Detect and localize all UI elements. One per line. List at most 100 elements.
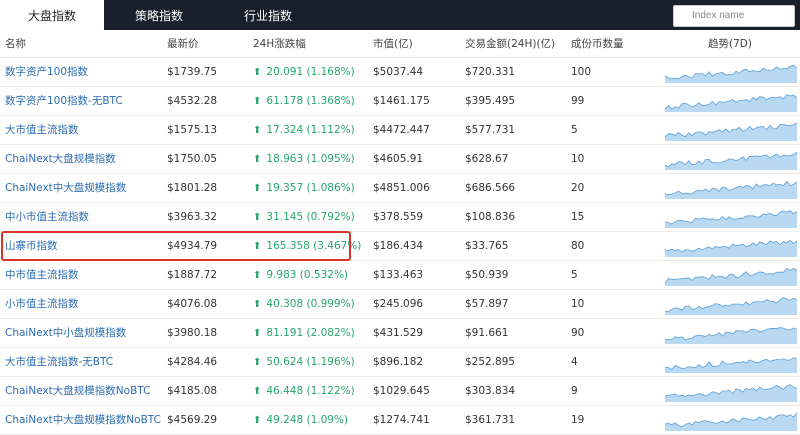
header-name[interactable]: 名称 [0,30,162,58]
table-row[interactable]: ChaiNext大盘规模指数 $1750.05 ⬆ 18.963 (1.095%) $4… [0,144,800,174]
row-trend-cell [660,376,800,406]
row-name[interactable]: ChaiNext中大盘规模指数NoBTC [5,414,161,426]
row-change-cell: ⬆ 61.178 (1.368%) [248,86,368,116]
row-volume-cell: $628.67 [460,144,566,174]
trend-sparkline [665,151,797,170]
row-constituents-cell: 5 [566,260,660,290]
trend-area [665,357,797,373]
row-change-cell: ⬆ 31.145 (0.792%) [248,202,368,232]
row-volume-cell: $57.897 [460,289,566,319]
row-change: 61.178 (1.368%) [266,94,355,107]
row-price: $4569.29 [167,413,218,426]
row-price-cell: $4185.08 [162,376,248,406]
row-market-cap-cell: $133.463 [368,260,460,290]
row-price-cell: $4569.29 [162,405,248,435]
row-market-cap: $186.434 [373,239,424,252]
row-name[interactable]: 小市值主流指数 [5,298,79,310]
row-constituents: 4 [571,355,578,368]
table-row[interactable]: 大市值主流指数 $1575.13 ⬆ 17.324 (1.112%) $4472.447… [0,115,800,145]
up-arrow-icon: ⬆ [253,327,262,339]
row-market-cap: $4605.91 [373,152,424,165]
row-name[interactable]: ChaiNext中小盘规模指数 [5,327,126,339]
row-price-cell: $4076.08 [162,289,248,319]
up-arrow-icon: ⬆ [253,182,262,194]
row-constituents: 5 [571,123,578,136]
row-name[interactable]: 中市值主流指数 [5,269,79,281]
table-row[interactable]: ChaiNext中小盘规模指数 $3980.18 ⬆ 81.191 (2.082%) $… [0,318,800,348]
trend-area [665,326,797,344]
table-row[interactable]: ChaiNext中大盘规模指数NoBTC $4569.29 ⬆ 49.248 (1.0… [0,405,800,435]
search-box [673,3,795,27]
row-constituents-cell: 10 [566,144,660,174]
row-volume-cell: $395.495 [460,86,566,116]
row-change: 49.248 (1.09%) [266,413,349,426]
header-constituents[interactable]: 成份币数量 [566,30,660,58]
row-change-cell: ⬆ 20.091 (1.168%) [248,57,368,87]
row-market-cap: $896.182 [373,355,424,368]
row-price: $1750.05 [167,152,218,165]
row-name[interactable]: ChaiNext大盘规模指数NoBTC [5,385,150,397]
table-row[interactable]: 山寨币指数 $4934.79 ⬆ 165.358 (3.467%) $186.434 $3… [0,231,800,261]
row-change: 9.983 (0.532%) [266,268,349,281]
up-arrow-icon: ⬆ [253,211,262,223]
top-nav-bar: 大盘指数 策略指数 行业指数 [0,0,800,30]
row-market-cap: $378.559 [373,210,424,223]
row-trend-cell [660,144,800,174]
header-market-cap[interactable]: 市值(亿) [368,30,460,58]
row-constituents: 20 [571,181,585,194]
table-row[interactable]: 中市值主流指数 $1887.72 ⬆ 9.983 (0.532%) $133.463 $5… [0,260,800,290]
row-constituents: 9 [571,384,578,397]
row-change-cell: ⬆ 81.191 (2.082%) [248,318,368,348]
row-change: 40.308 (0.999%) [266,297,355,310]
row-change-cell: ⬆ 17.324 (1.112%) [248,115,368,145]
row-name[interactable]: 山寨币指数 [5,240,58,252]
row-constituents: 15 [571,210,585,223]
row-name[interactable]: ChaiNext大盘规模指数 [5,153,116,165]
row-name[interactable]: 数字资产100指数 [5,66,88,78]
tab-strategy-index[interactable]: 策略指数 [104,0,214,30]
row-name[interactable]: 大市值主流指数 [5,124,79,136]
header-price[interactable]: 最新价 [162,30,248,58]
row-name-cell: 中市值主流指数 [0,260,162,290]
row-change-cell: ⬆ 19.357 (1.086%) [248,173,368,203]
header-volume[interactable]: 交易金额(24H)(亿) [460,30,566,58]
row-change: 20.091 (1.168%) [266,65,355,78]
trend-area [665,384,797,402]
row-change-cell: ⬆ 50.624 (1.196%) [248,347,368,377]
search-input[interactable] [673,4,795,27]
row-market-cap-cell: $431.529 [368,318,460,348]
row-trend-cell [660,173,800,203]
row-name[interactable]: ChaiNext中大盘规模指数 [5,182,126,194]
header-trend: 趋势(7D) [660,30,800,58]
row-market-cap: $245.096 [373,297,424,310]
table-row[interactable]: ChaiNext大盘规模指数NoBTC $4185.08 ⬆ 46.448 (1.12… [0,376,800,406]
row-price: $4284.46 [167,355,218,368]
row-constituents: 10 [571,152,585,165]
up-arrow-icon: ⬆ [253,66,262,78]
trend-area [665,210,797,228]
row-name[interactable]: 数字资产100指数-无BTC [5,95,123,107]
table-row[interactable]: 数字资产100指数-无BTC $4532.28 ⬆ 61.178 (1.368%) $1… [0,86,800,116]
row-trend-cell [660,405,800,435]
table-row[interactable]: 数字资产100指数 $1739.75 ⬆ 20.091 (1.168%) $5037.4… [0,57,800,87]
row-market-cap-cell: $5037.44 [368,57,460,87]
row-name[interactable]: 大市值主流指数-无BTC [5,356,113,368]
row-constituents: 90 [571,326,585,339]
table-row[interactable]: 大市值主流指数-无BTC $4284.46 ⬆ 50.624 (1.196%) $896… [0,347,800,377]
row-market-cap-cell: $1274.741 [368,405,460,435]
header-change[interactable]: 24H涨跌幅 [248,30,368,58]
trend-sparkline [665,356,797,373]
up-arrow-icon: ⬆ [253,95,262,107]
table-row[interactable]: ChaiNext中大盘规模指数 $1801.28 ⬆ 19.357 (1.086%) $… [0,173,800,203]
trend-area [665,64,797,83]
table-row[interactable]: 中小市值主流指数 $3963.32 ⬆ 31.145 (0.792%) $378.559… [0,202,800,232]
tab-market-index[interactable]: 大盘指数 [0,0,104,30]
row-name[interactable]: 中小市值主流指数 [5,211,89,223]
tab-industry-index[interactable]: 行业指数 [214,0,322,30]
row-constituents-cell: 10 [566,289,660,319]
table-row[interactable]: 小市值主流指数 $4076.08 ⬆ 40.308 (0.999%) $245.096 $… [0,289,800,319]
row-trend-cell [660,115,800,145]
row-change: 31.145 (0.792%) [266,210,355,223]
row-price-cell: $1750.05 [162,144,248,174]
trend-sparkline [665,64,797,83]
